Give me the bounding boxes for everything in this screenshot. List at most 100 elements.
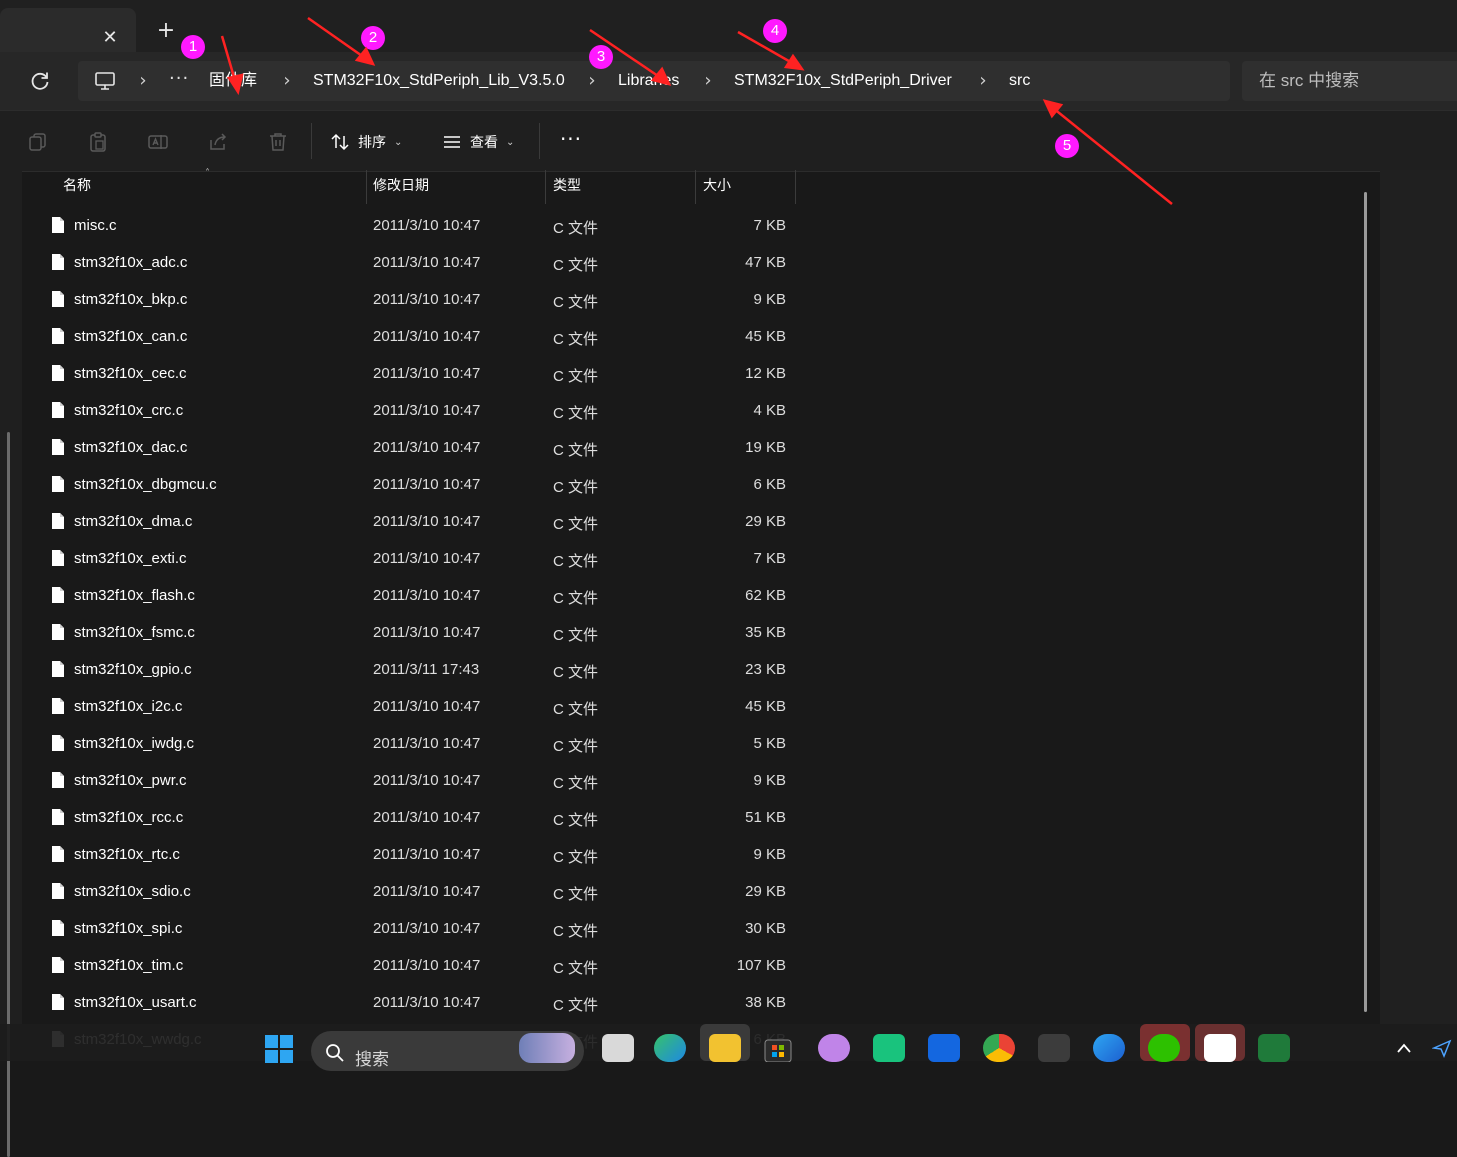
- file-icon: [52, 994, 64, 1010]
- qq-icon[interactable]: [1204, 1034, 1236, 1062]
- file-size: 29 KB: [745, 513, 786, 530]
- column-header-type[interactable]: 类型: [553, 170, 581, 204]
- windows-start-icon[interactable]: [264, 1034, 294, 1064]
- file-row[interactable]: misc.c 2011/3/10 10:47 C 文件 7 KB: [0, 208, 800, 245]
- breadcrumb-item-stdperiph-driver[interactable]: STM32F10x_StdPeriph_Driver: [734, 70, 952, 92]
- file-row[interactable]: stm32f10x_dma.c 2011/3/10 10:47 C 文件 29 KB: [0, 504, 800, 541]
- file-row[interactable]: stm32f10x_i2c.c 2011/3/10 10:47 C 文件 45 KB: [0, 689, 800, 726]
- file-icon: [52, 550, 64, 566]
- file-row[interactable]: stm32f10x_adc.c 2011/3/10 10:47 C 文件 47 KB: [0, 245, 800, 282]
- file-icon: [52, 809, 64, 825]
- share-icon[interactable]: [207, 131, 229, 153]
- file-name: stm32f10x_tim.c: [74, 957, 184, 974]
- address-bar[interactable]: › ··· 固件库 › STM32F10x_StdPeriph_Lib_V3.5…: [78, 61, 1230, 101]
- file-explorer-icon[interactable]: [709, 1034, 741, 1062]
- chrome-icon[interactable]: [983, 1034, 1015, 1062]
- file-row[interactable]: stm32f10x_pwr.c 2011/3/10 10:47 C 文件 9 KB: [0, 763, 800, 800]
- column-divider[interactable]: [366, 170, 367, 204]
- file-row[interactable]: stm32f10x_bkp.c 2011/3/10 10:47 C 文件 9 KB: [0, 282, 800, 319]
- file-size: 107 KB: [736, 957, 786, 974]
- more-options-button[interactable]: ···: [559, 129, 583, 151]
- view-button[interactable]: 查看 ⌄: [442, 129, 514, 155]
- file-row[interactable]: stm32f10x_gpio.c 2011/3/11 17:43 C 文件 23 KB: [0, 652, 800, 689]
- send-icon[interactable]: [1432, 1038, 1452, 1058]
- vs-code-preview-icon[interactable]: [1258, 1034, 1290, 1062]
- sort-button[interactable]: 排序 ⌄: [330, 129, 402, 155]
- copy-icon[interactable]: [27, 131, 49, 153]
- file-icon: [52, 624, 64, 640]
- file-list-scrollbar[interactable]: [1364, 192, 1367, 1012]
- details-pane-edge: [1380, 170, 1457, 1061]
- file-row[interactable]: stm32f10x_fsmc.c 2011/3/10 10:47 C 文件 35 KB: [0, 615, 800, 652]
- breadcrumb-item-src[interactable]: src: [1009, 70, 1030, 92]
- shopping-bag-app-icon[interactable]: [873, 1034, 905, 1062]
- file-size: 7 KB: [753, 550, 786, 567]
- toolbar-divider: [539, 123, 540, 159]
- refresh-icon[interactable]: [28, 69, 52, 93]
- column-header-modified[interactable]: 修改日期: [373, 170, 429, 204]
- delete-icon[interactable]: [267, 131, 289, 153]
- microsoft-store-icon[interactable]: [763, 1034, 793, 1062]
- chevron-up-icon[interactable]: [1396, 1042, 1412, 1054]
- file-row[interactable]: stm32f10x_dbgmcu.c 2011/3/10 10:47 C 文件 6 K…: [0, 467, 800, 504]
- search-highlight-image[interactable]: [519, 1033, 575, 1063]
- file-row[interactable]: stm32f10x_can.c 2011/3/10 10:47 C 文件 45 KB: [0, 319, 800, 356]
- file-name: stm32f10x_cec.c: [74, 365, 187, 382]
- taskbar-search-label: 搜索: [355, 1050, 389, 1070]
- file-size: 45 KB: [745, 698, 786, 715]
- file-row[interactable]: stm32f10x_dac.c 2011/3/10 10:47 C 文件 19 KB: [0, 430, 800, 467]
- file-icon: [52, 328, 64, 344]
- new-tab-button[interactable]: +: [155, 20, 177, 42]
- breadcrumb-item-stdperiph-lib[interactable]: STM32F10x_StdPeriph_Lib_V3.5.0: [313, 70, 565, 92]
- file-row[interactable]: stm32f10x_tim.c 2011/3/10 10:47 C 文件 107 KB: [0, 948, 800, 985]
- rename-icon[interactable]: [147, 131, 169, 153]
- column-divider[interactable]: [545, 170, 546, 204]
- column-divider[interactable]: [795, 170, 796, 204]
- breadcrumb-separator[interactable]: ›: [701, 70, 715, 92]
- file-row[interactable]: stm32f10x_exti.c 2011/3/10 10:47 C 文件 7 KB: [0, 541, 800, 578]
- file-name: stm32f10x_can.c: [74, 328, 188, 345]
- column-header-size[interactable]: 大小: [703, 170, 731, 204]
- taskbar-search-box[interactable]: 搜索: [311, 1031, 584, 1071]
- command-bar: 排序 ⌄ 查看 ⌄ ···: [0, 110, 1457, 172]
- breadcrumb-item-libraries[interactable]: Libraries: [618, 70, 679, 92]
- lenovo-app-icon[interactable]: [928, 1034, 960, 1062]
- file-row[interactable]: stm32f10x_rtc.c 2011/3/10 10:47 C 文件 9 KB: [0, 837, 800, 874]
- file-row[interactable]: stm32f10x_usart.c 2011/3/10 10:47 C 文件 38 K…: [0, 985, 800, 1022]
- file-row[interactable]: stm32f10x_cec.c 2011/3/10 10:47 C 文件 12 KB: [0, 356, 800, 393]
- file-name: stm32f10x_fsmc.c: [74, 624, 195, 641]
- unity-icon[interactable]: [1038, 1034, 1070, 1062]
- column-header-name[interactable]: 名称: [63, 170, 91, 204]
- file-row[interactable]: stm32f10x_sdio.c 2011/3/10 10:47 C 文件 29 KB: [0, 874, 800, 911]
- breadcrumb-item-firmware-lib[interactable]: 固件库: [209, 70, 257, 92]
- file-row[interactable]: stm32f10x_iwdg.c 2011/3/10 10:47 C 文件 5 KB: [0, 726, 800, 763]
- column-header-row: 名称 ˄ 修改日期 类型 大小: [22, 168, 802, 204]
- edge-ai-icon[interactable]: [1093, 1034, 1125, 1062]
- wechat-icon[interactable]: [1148, 1034, 1180, 1062]
- file-icon: [52, 772, 64, 788]
- breadcrumb-overflow-button[interactable]: ···: [169, 68, 189, 90]
- file-size: 38 KB: [745, 994, 786, 1011]
- edge-icon[interactable]: [654, 1034, 686, 1062]
- breadcrumb-separator[interactable]: ›: [280, 70, 294, 92]
- active-tab[interactable]: ✕: [0, 8, 136, 52]
- file-row[interactable]: stm32f10x_rcc.c 2011/3/10 10:47 C 文件 51 KB: [0, 800, 800, 837]
- file-name: misc.c: [74, 217, 117, 234]
- file-modified: 2011/3/10 10:47: [373, 698, 481, 715]
- breadcrumb-separator[interactable]: ›: [585, 70, 599, 92]
- search-input[interactable]: 在 src 中搜索: [1242, 61, 1457, 101]
- task-view-icon[interactable]: [602, 1034, 634, 1062]
- file-row[interactable]: stm32f10x_crc.c 2011/3/10 10:47 C 文件 4 KB: [0, 393, 800, 430]
- column-divider[interactable]: [695, 170, 696, 204]
- file-row[interactable]: stm32f10x_spi.c 2011/3/10 10:47 C 文件 30 KB: [0, 911, 800, 948]
- file-size: 47 KB: [745, 254, 786, 271]
- paste-icon[interactable]: [87, 131, 109, 153]
- file-size: 62 KB: [745, 587, 786, 604]
- this-pc-icon[interactable]: [94, 71, 116, 91]
- tab-close-button[interactable]: ✕: [100, 28, 120, 48]
- breadcrumb-separator[interactable]: ›: [136, 70, 150, 92]
- breadcrumb-separator[interactable]: ›: [976, 70, 990, 92]
- cat-app-icon[interactable]: [818, 1034, 850, 1062]
- file-row[interactable]: stm32f10x_flash.c 2011/3/10 10:47 C 文件 62 K…: [0, 578, 800, 615]
- file-size: 6 KB: [753, 476, 786, 493]
